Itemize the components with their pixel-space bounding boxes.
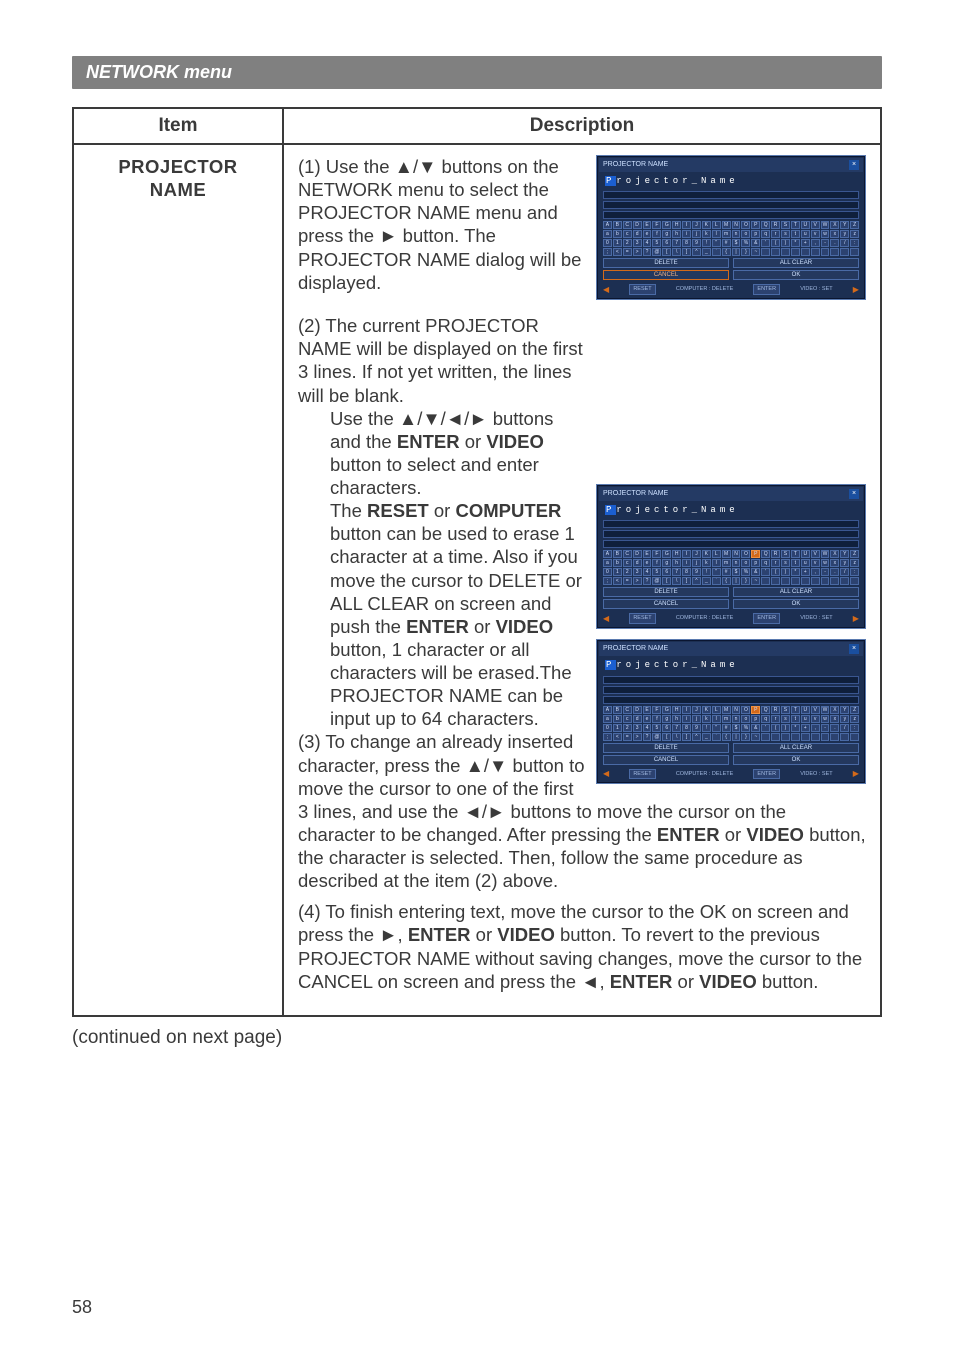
page-number: 58 (72, 1297, 92, 1318)
dialog-screenshot-2: PROJECTOR NAME× Projector_Name ABCDEFGHI… (596, 484, 866, 629)
dialog-screenshot-3: PROJECTOR NAME× Projector_Name ABCDEFGHI… (596, 639, 866, 784)
step-2-3: PROJECTOR NAME× Projector_Name ABCDEFGHI… (298, 314, 866, 892)
step-4: (4) To finish entering text, move the cu… (298, 900, 866, 993)
table-header-row: Item Description (73, 108, 881, 144)
table-row: PROJECTOR NAME PROJECTOR NAME× Projector… (73, 144, 881, 1016)
main-table: Item Description PROJECTOR NAME PROJECTO… (72, 107, 882, 1017)
col-header-item: Item (73, 108, 283, 144)
item-cell-projector-name: PROJECTOR NAME (73, 144, 283, 1016)
section-header: NETWORK menu (72, 56, 882, 89)
continued-note: (continued on next page) (72, 1027, 882, 1049)
col-header-description: Description (283, 108, 881, 144)
dialog-screenshot-1: PROJECTOR NAME× Projector_Name ABCDEFGHI… (596, 155, 866, 300)
step-1: PROJECTOR NAME× Projector_Name ABCDEFGHI… (298, 155, 866, 306)
close-icon: × (849, 644, 859, 654)
description-cell: PROJECTOR NAME× Projector_Name ABCDEFGHI… (283, 144, 881, 1016)
close-icon: × (849, 160, 859, 170)
dialog-screenshots-stack: PROJECTOR NAME× Projector_Name ABCDEFGHI… (596, 484, 866, 784)
close-icon: × (849, 489, 859, 499)
page: NETWORK menu Item Description PROJECTOR … (0, 0, 954, 1354)
